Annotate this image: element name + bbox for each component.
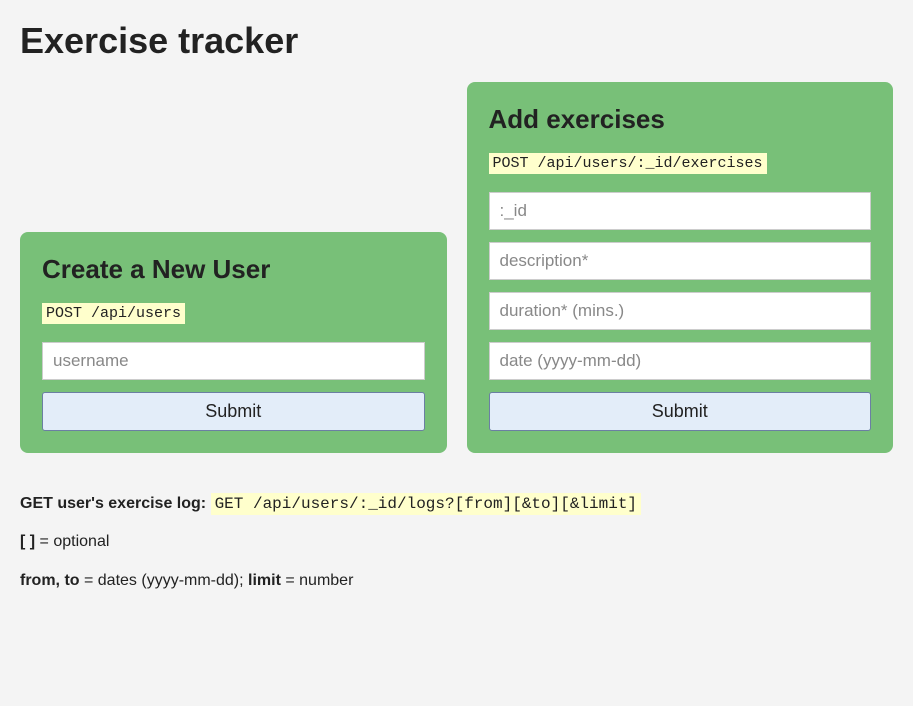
- description-input[interactable]: [489, 242, 872, 280]
- id-input[interactable]: [489, 192, 872, 230]
- optional-text: = optional: [35, 533, 109, 550]
- info-section: GET user's exercise log: GET /api/users/…: [20, 493, 893, 592]
- forms-container: Create a New User POST /api/users Submit…: [20, 82, 893, 453]
- add-exercises-submit-button[interactable]: Submit: [489, 392, 872, 431]
- fromto-line: from, to = dates (yyyy-mm-dd); limit = n…: [20, 570, 893, 592]
- optional-line: [ ] = optional: [20, 531, 893, 553]
- fromto-text: = dates (yyyy-mm-dd);: [80, 572, 248, 589]
- limit-label: limit: [248, 572, 281, 589]
- add-exercises-heading: Add exercises: [489, 104, 872, 135]
- duration-input[interactable]: [489, 292, 872, 330]
- username-input[interactable]: [42, 342, 425, 380]
- fromto-label: from, to: [20, 572, 80, 589]
- optional-label: [ ]: [20, 533, 35, 550]
- add-exercises-endpoint: POST /api/users/:_id/exercises: [489, 153, 767, 174]
- create-user-heading: Create a New User: [42, 254, 425, 285]
- get-log-line: GET user's exercise log: GET /api/users/…: [20, 493, 893, 515]
- add-exercises-card: Add exercises POST /api/users/:_id/exerc…: [467, 82, 894, 453]
- get-log-endpoint: GET /api/users/:_id/logs?[from][&to][&li…: [211, 493, 641, 515]
- create-user-endpoint: POST /api/users: [42, 303, 185, 324]
- date-input[interactable]: [489, 342, 872, 380]
- get-log-label: GET user's exercise log:: [20, 495, 211, 512]
- page-title: Exercise tracker: [20, 20, 893, 62]
- limit-text: = number: [281, 572, 353, 589]
- create-user-card: Create a New User POST /api/users Submit: [20, 232, 447, 453]
- create-user-submit-button[interactable]: Submit: [42, 392, 425, 431]
